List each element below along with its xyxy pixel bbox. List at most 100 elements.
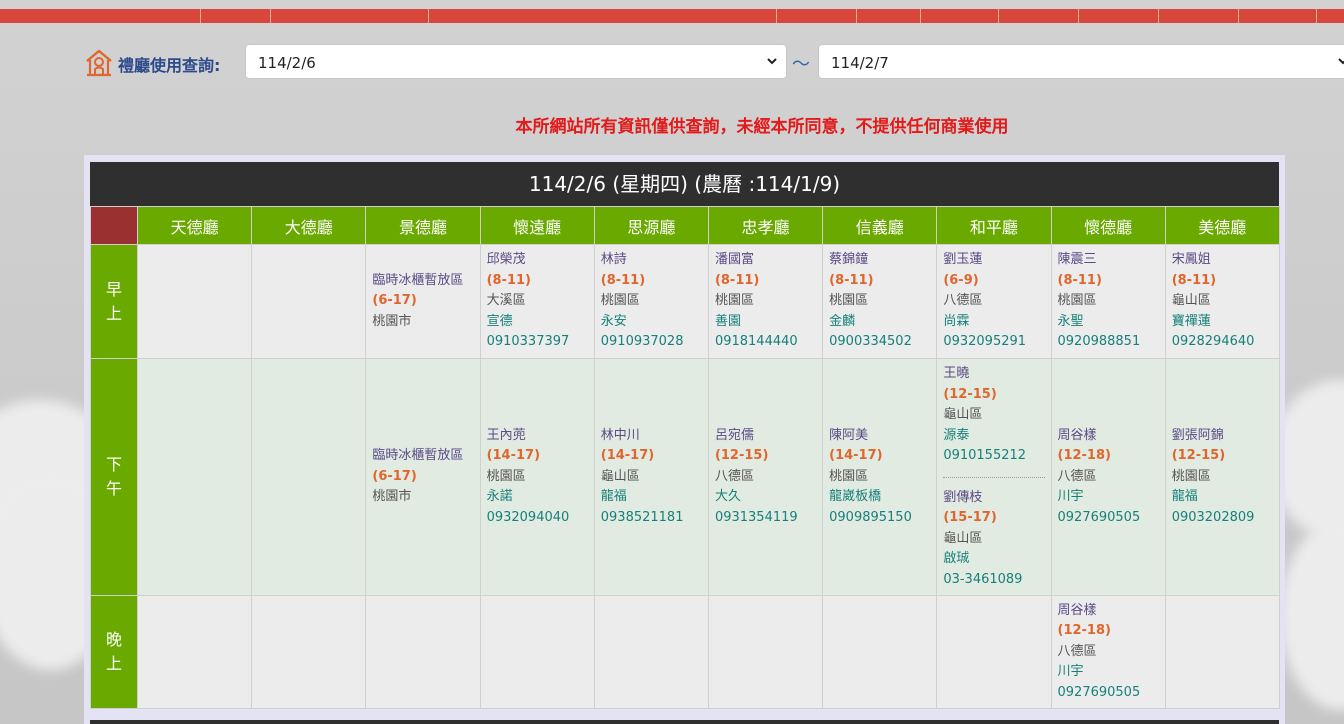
- hall-header: 景德廳: [365, 206, 481, 245]
- start-date-select[interactable]: 114/2/6: [245, 44, 787, 79]
- hall-header: 天德廳: [136, 206, 253, 245]
- end-date-value: 114/2/7: [831, 54, 889, 72]
- booking-name: 周谷樣: [1057, 602, 1097, 618]
- entry-divider: [943, 476, 1045, 478]
- schedule-cell: [479, 595, 595, 709]
- booking-op: 啟珹: [943, 551, 970, 566]
- booking-area: 桃園區: [486, 468, 526, 484]
- booking-phone: 0918144440: [714, 334, 798, 350]
- period-label-char: 下: [105, 455, 122, 474]
- booking-entry: 周谷樣 (12-18) 八德區川宇 0927690505: [1052, 597, 1165, 708]
- booking-name: 王內蔸: [486, 427, 526, 443]
- schedule-cell: 陳震三 (8-11) 桃園區 永聖 0920988851: [1050, 244, 1166, 359]
- afternoon-row: 下午 臨時冰櫃暫放區 (6-17) 桃園市 王內蔸 (14-17) 桃園區 永諾 0932094…: [90, 358, 1280, 596]
- booking-time: (8-11): [486, 272, 531, 288]
- booking-name: 周谷樣: [1057, 427, 1097, 443]
- booking-name: 宋鳳姐: [1171, 252, 1211, 268]
- booking-time: (6-9): [943, 272, 979, 288]
- booking-name: 劉張阿錦: [1171, 427, 1224, 443]
- booking-phone: 03-3461089: [943, 571, 1023, 587]
- schedule-cell: 劉張阿錦 (12-15) 桃園區 龍福 0903202809: [1164, 358, 1280, 596]
- booking-phone: 0909895150: [829, 509, 912, 525]
- booking-op: 宣德: [486, 313, 513, 329]
- booking-area: 桃園區: [829, 293, 869, 309]
- booking-phone: 0927690505: [1057, 684, 1141, 700]
- nav-separator: [856, 9, 857, 23]
- booking-time: (8-11): [1171, 272, 1217, 288]
- booking-entry: 王曉 (12-15) 龜山區 源泰 0910155212: [937, 360, 1050, 471]
- end-date-select[interactable]: 114/2/7: [818, 44, 1344, 79]
- booking-entry: 劉傳枝 (15-17) 龜山區 啟珹 03-3461089: [937, 484, 1050, 595]
- schedule-cell: [136, 244, 253, 359]
- booking-time: (8-11): [714, 272, 760, 288]
- booking-name: 王曉: [943, 366, 970, 381]
- booking-time: (12-15): [1171, 448, 1226, 464]
- schedule-cell: 蔡錦鐘 (8-11) 桃園區 金麟 0900334502: [822, 244, 938, 359]
- nav-separator: [998, 9, 999, 23]
- booking-phone: 0903202809: [1171, 509, 1255, 525]
- nav-separator: [428, 9, 429, 23]
- booking-entry: 周谷樣 (12-18) 八德區 川宇 0927690505: [1052, 422, 1165, 533]
- booking-op: 永諾: [486, 489, 513, 505]
- schedule-cell: 潘國富 (8-11) 桃園區 善園 0918144440: [707, 244, 824, 359]
- period-label: 晚上: [90, 595, 138, 709]
- nav-separator: [1078, 9, 1079, 23]
- schedule-cell: [136, 358, 253, 596]
- booking-entry: 陳阿美 (14-17) 桃園區 龍崴板橋 0909895150: [823, 422, 936, 533]
- hall-header: 信義廳: [822, 206, 938, 245]
- booking-op: 龍崴板橋: [829, 489, 882, 505]
- schedule-cell: [365, 595, 481, 709]
- booking-name: 潘國富: [714, 252, 754, 268]
- booking-time: (8-11): [1057, 272, 1102, 288]
- schedule-cell: 周谷樣 (12-18) 八德區 川宇 0927690505: [1050, 358, 1166, 596]
- booking-phone: 0928294640: [1171, 334, 1255, 350]
- booking-time: (12-15): [714, 448, 769, 464]
- header-corner: [90, 206, 138, 245]
- hall-header: 懷德廳: [1050, 206, 1166, 245]
- booking-op: 川宇: [1057, 664, 1084, 680]
- start-date-value: 114/2/6: [258, 54, 316, 72]
- booking-time: (14-17): [486, 448, 541, 464]
- booking-time: (6-17): [372, 293, 417, 309]
- hall-header: 和平廳: [936, 206, 1052, 245]
- period-label: 下午: [90, 358, 138, 596]
- booking-op: 寶禪蓮: [1171, 313, 1211, 329]
- schedule-cell: [251, 595, 367, 709]
- booking-time: (12-18): [1057, 623, 1111, 639]
- booking-area: 八德區: [1057, 643, 1097, 659]
- hall-header: 美德廳: [1164, 206, 1280, 245]
- booking-area: 八德區: [714, 468, 754, 484]
- schedule-cell: [707, 595, 824, 709]
- booking-op: 龍福: [600, 489, 627, 505]
- schedule-cell: 劉玉蓮 (6-9) 八德區 尚霖 0932095291: [936, 244, 1052, 359]
- booking-op: 大久: [714, 489, 741, 505]
- booking-time: (15-17): [943, 510, 997, 525]
- booking-time: (8-11): [600, 272, 646, 288]
- schedule-cell: [251, 358, 367, 596]
- booking-op: 源泰: [943, 427, 970, 443]
- booking-entry: 潘國富 (8-11) 桃園區 善園 0918144440: [709, 246, 822, 357]
- booking-area: 桃園區: [1171, 468, 1211, 484]
- schedule-cell: [136, 595, 253, 709]
- booking-name: 臨時冰櫃暫放區: [372, 448, 464, 464]
- schedule-cell: [936, 595, 1052, 709]
- schedule-cell: 邱榮茂 (8-11) 大溪區 宣德 0910337397: [479, 244, 595, 359]
- hall-header-row: 天德廳 大德廳 景德廳 懷遠廳 思源廳 忠孝廳 信義廳 和平廳 懷德廳 美德廳: [90, 206, 1280, 245]
- schedule-cell: 林詩 (8-11) 桃園區 永安 0910937028: [593, 244, 709, 359]
- schedule-cell: 王曉 (12-15) 龜山區 源泰 0910155212 劉傳枝 (15-17) 龜山區 啟珹 0…: [936, 358, 1052, 596]
- booking-entry: 林中川 (14-17) 龜山區 龍福 0938521181: [595, 422, 708, 533]
- booking-name: 邱榮茂: [486, 252, 526, 268]
- booking-area: 龜山區: [1171, 293, 1211, 309]
- booking-phone: 0910937028: [600, 334, 684, 350]
- chevron-down-icon: [1338, 58, 1344, 65]
- booking-time: (12-15): [943, 386, 997, 402]
- hall-header: 忠孝廳: [707, 206, 824, 245]
- booking-op: 川宇: [1057, 489, 1084, 505]
- booking-area: 桃園市: [372, 313, 412, 329]
- booking-name: 臨時冰櫃暫放區: [372, 272, 464, 288]
- nav-separator: [1158, 9, 1159, 23]
- date-header: 114/2/6 (星期四) (農曆 :114/1/9): [90, 162, 1279, 206]
- booking-entry: 臨時冰櫃暫放區 (6-17) 桃園市: [366, 442, 479, 512]
- schedule-cell: 王內蔸 (14-17) 桃園區 永諾 0932094040: [479, 358, 595, 596]
- schedule-cell: 周谷樣 (12-18) 八德區川宇 0927690505: [1050, 595, 1166, 709]
